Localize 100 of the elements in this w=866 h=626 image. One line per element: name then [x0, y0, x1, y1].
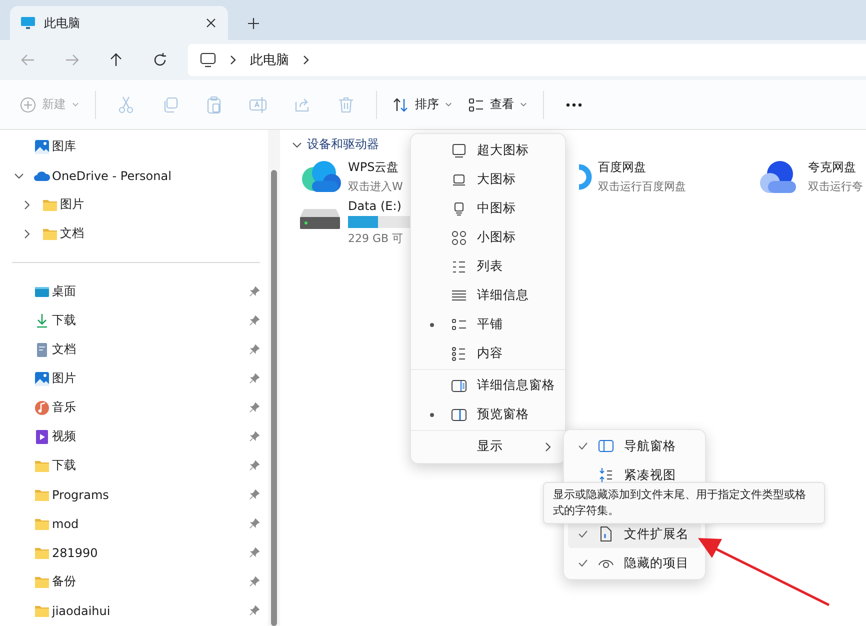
pin-icon[interactable] — [249, 286, 260, 297]
sidebar-item[interactable]: 备份 — [52, 573, 247, 590]
caret-icon — [72, 102, 79, 107]
sidebar-item[interactable]: OneDrive - Personal — [52, 168, 260, 182]
breadcrumb[interactable]: 此电脑 — [250, 51, 289, 69]
sidebar-item[interactable]: 图库 — [52, 138, 260, 155]
menu-item[interactable]: 详细信息窗格 — [411, 371, 565, 400]
menu-item[interactable]: 导航窗格 — [568, 432, 701, 460]
pin-icon[interactable] — [249, 547, 260, 558]
music-note-icon — [34, 400, 50, 416]
monitor-icon — [451, 142, 467, 158]
pin-icon[interactable] — [249, 373, 260, 384]
sidebar-item[interactable]: Programs — [52, 488, 247, 502]
bullet-icon — [430, 322, 434, 326]
checkmark-icon — [578, 442, 588, 450]
chevron-icon[interactable] — [292, 140, 302, 150]
list-icon — [451, 346, 467, 362]
chevron-icon[interactable] — [303, 55, 309, 65]
pin-icon[interactable] — [249, 344, 260, 355]
scrollbar[interactable] — [268, 130, 280, 626]
menu-item[interactable]: 详细信息 — [411, 281, 565, 310]
pin-icon[interactable] — [249, 489, 260, 500]
pane-icon — [598, 438, 614, 454]
pin-icon[interactable] — [249, 402, 260, 413]
compact-icon — [598, 467, 614, 483]
sidebar-item[interactable]: 图片 — [60, 196, 260, 213]
sidebar-item[interactable]: 下载 — [52, 312, 247, 329]
pin-icon[interactable] — [249, 605, 260, 616]
caret-icon — [520, 102, 527, 107]
pin-icon[interactable] — [249, 460, 260, 471]
bullet-icon — [430, 412, 434, 416]
lines-icon — [451, 288, 467, 304]
grid-icon — [451, 230, 467, 246]
section-title: 设备和驱动器 — [307, 136, 379, 153]
chevron-icon — [545, 442, 551, 452]
close-icon[interactable] — [206, 18, 216, 28]
drive-name[interactable]: Data (E:) — [348, 199, 402, 213]
ring-icon — [579, 164, 592, 190]
sidebar-item[interactable]: 文档 — [60, 225, 260, 242]
sidebar-item[interactable]: 视频 — [52, 428, 247, 445]
drive-detail: 229 GB 可 — [348, 231, 404, 246]
drive-name[interactable]: WPS云盘 — [348, 159, 399, 176]
pin-icon[interactable] — [249, 518, 260, 529]
chevron-icon[interactable] — [14, 170, 24, 180]
sidebar-item[interactable]: 文档 — [52, 341, 247, 358]
menu-item[interactable]: 显示 — [411, 432, 565, 461]
drive-name[interactable]: 夸克网盘 — [808, 159, 856, 176]
pin-icon[interactable] — [249, 431, 260, 442]
sidebar-item[interactable]: jiaodaihui — [52, 604, 247, 618]
menu-item[interactable]: 中图标 — [411, 194, 565, 223]
sidebar-item[interactable]: 音乐 — [52, 399, 247, 416]
more-options-icon[interactable] — [566, 102, 582, 106]
address-bar[interactable]: 此电脑 — [188, 44, 866, 76]
menu-item[interactable]: 列表 — [411, 252, 565, 281]
download-icon — [34, 312, 50, 328]
scrollbar-thumb[interactable] — [271, 170, 277, 626]
menu-item[interactable]: 大图标 — [411, 165, 565, 194]
drive-detail: 双击运行百度网盘 — [598, 179, 686, 194]
sort-arrows-icon — [393, 96, 409, 112]
drive-name[interactable]: 百度网盘 — [598, 159, 646, 176]
window-tab[interactable]: 此电脑 — [10, 6, 228, 40]
sidebar-item[interactable]: 桌面 — [52, 283, 247, 300]
menu-item[interactable]: 超大图标 — [411, 136, 565, 165]
chevron-icon[interactable] — [22, 228, 32, 238]
menu-item[interactable]: 预览窗格 — [411, 400, 565, 429]
monitor-icon — [20, 15, 36, 31]
menu-item[interactable]: 平铺 — [411, 310, 565, 339]
drive-detail: 双击进入W — [348, 179, 403, 194]
chevron-icon — [230, 55, 236, 65]
caret-icon — [445, 102, 452, 107]
menu-item[interactable]: 内容 — [411, 339, 565, 368]
image-icon — [34, 138, 50, 154]
sidebar-item[interactable]: 图片 — [52, 370, 247, 387]
menu-item[interactable]: 小图标 — [411, 223, 565, 252]
chevron-icon[interactable] — [22, 200, 32, 210]
pane-icon — [451, 406, 467, 422]
monitor-icon — [200, 52, 216, 68]
plus-circle-icon — [20, 96, 36, 112]
sort-button[interactable]: 排序 — [385, 92, 460, 117]
video-icon — [34, 428, 50, 444]
tiles-icon — [451, 316, 467, 332]
document-icon — [34, 342, 50, 358]
view-button[interactable]: 查看 — [460, 92, 535, 117]
pin-icon[interactable] — [249, 576, 260, 587]
sidebar-item[interactable]: mod — [52, 516, 247, 530]
pane-icon — [451, 378, 467, 394]
tooltip: 显示或隐藏添加到文件末尾、用于指定文件类型或格式的字符集。 — [543, 482, 825, 524]
pin-icon[interactable] — [249, 315, 260, 326]
checkmark-icon — [578, 559, 588, 567]
checkmark-icon — [578, 530, 588, 538]
new-tab-icon[interactable] — [248, 18, 259, 29]
sidebar-item[interactable]: 下载 — [52, 457, 247, 474]
document-icon — [598, 526, 614, 542]
drive-detail: 双击运行夸 — [808, 179, 863, 194]
laptop-icon — [451, 172, 467, 188]
menu-item[interactable]: 隐藏的项目 — [568, 549, 701, 577]
sidebar-item[interactable]: 281990 — [52, 546, 247, 560]
list-icon — [451, 258, 467, 274]
tiles-icon — [468, 96, 484, 112]
image-icon — [34, 370, 50, 386]
